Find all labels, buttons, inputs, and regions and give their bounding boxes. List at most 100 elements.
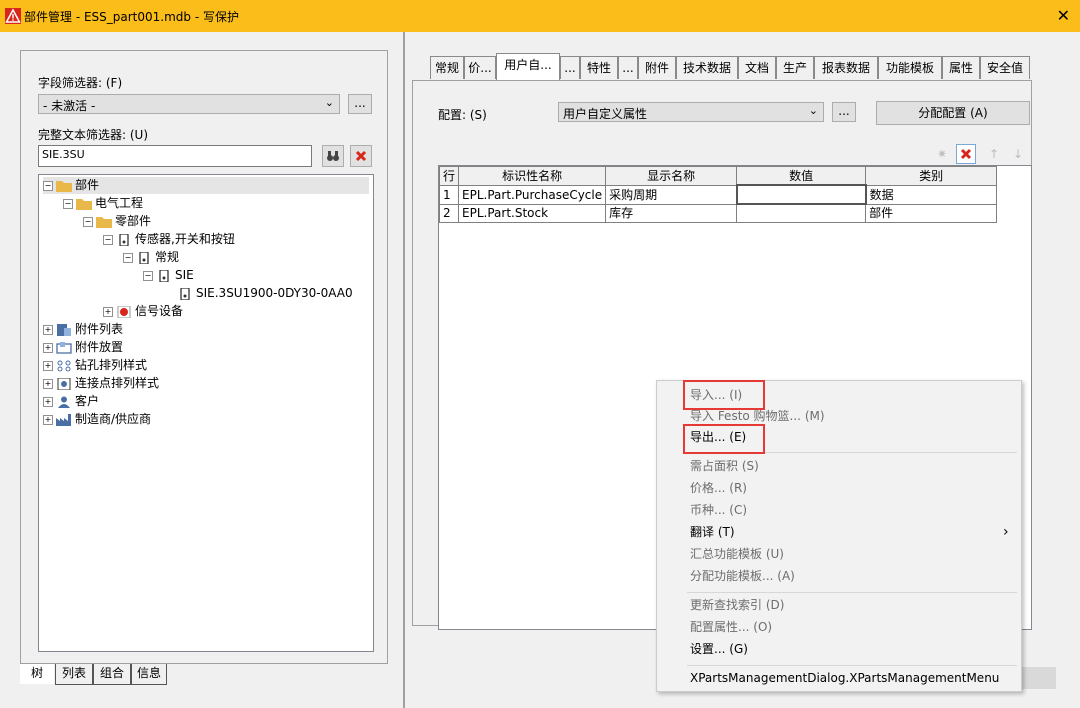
collapse-icon[interactable]: − — [43, 180, 53, 191]
expand-icon[interactable]: + — [103, 306, 113, 317]
column-header[interactable]: 行 — [438, 166, 460, 186]
window-title: 部件管理 - ESS_part001.mdb - 写保护 — [24, 10, 239, 24]
tree-node-parts[interactable]: − 部件 — [43, 177, 369, 194]
tree-node-manufacturer[interactable]: + 制造商/供应商 — [43, 411, 151, 428]
close-icon[interactable]: ✕ — [1057, 6, 1070, 25]
tree-node-electrical[interactable]: − 电气工程 — [63, 195, 143, 212]
switch-icon — [159, 269, 169, 282]
tab-user-defined[interactable]: 用户自... — [496, 53, 560, 80]
tab-function-templates[interactable]: 功能模板 — [878, 56, 942, 79]
tab-info[interactable]: 信息 — [131, 664, 167, 685]
clear-filter-button[interactable] — [350, 145, 372, 167]
grid-cell[interactable]: 部件 — [865, 203, 998, 223]
tree-node-accessory-list[interactable]: + 附件列表 — [43, 321, 123, 338]
expand-icon[interactable]: + — [43, 360, 53, 371]
column-header[interactable]: 标识性名称 — [458, 166, 607, 186]
expand-icon[interactable]: + — [43, 414, 53, 425]
tab-price[interactable]: 价... — [464, 56, 496, 79]
tree-node-drill-pattern[interactable]: + 钻孔排列样式 — [43, 357, 147, 374]
tab-list[interactable]: 列表 — [55, 664, 93, 685]
menu-item-space-requirement[interactable]: 需占面积 (S) — [690, 456, 759, 476]
config-combo[interactable]: 用户自定义属性 ⌄ — [558, 102, 824, 122]
accessory-list-icon — [57, 323, 71, 336]
tree-node-sensors[interactable]: − 传感器,开关和按钮 — [103, 231, 235, 248]
tree-node-connection-pattern[interactable]: + 连接点排列样式 — [43, 375, 159, 392]
accessory-placement-icon — [56, 341, 72, 354]
menu-item-dialog-menu[interactable]: XPartsManagementDialog.XPartsManagementM… — [690, 668, 999, 688]
config-value: 用户自定义属性 — [563, 107, 648, 121]
tree-node-general[interactable]: − 常规 — [123, 249, 179, 266]
collapse-icon[interactable]: − — [63, 198, 73, 209]
tree-node-sie[interactable]: − SIE — [143, 267, 194, 284]
tab-technical-data[interactable]: 技术数据 — [676, 56, 738, 79]
config-more-button[interactable]: ... — [832, 102, 856, 122]
collapse-icon[interactable]: − — [123, 252, 133, 263]
expand-icon[interactable]: + — [43, 342, 53, 353]
assign-config-button[interactable]: 分配配置 (A) — [876, 101, 1030, 125]
tab-tree[interactable]: 树 — [20, 664, 54, 684]
delete-row-button[interactable] — [956, 144, 976, 164]
table-row[interactable]: 2 EPL.Part.Stock 库存 部件 — [438, 203, 998, 223]
pane-splitter[interactable] — [403, 32, 405, 708]
chevron-down-icon: ⌄ — [808, 104, 818, 117]
tab-report-data[interactable]: 报表数据 — [814, 56, 878, 79]
tab-safety-values[interactable]: 安全值 — [980, 56, 1030, 79]
tab-properties[interactable]: 特性 — [580, 56, 618, 79]
parts-tree[interactable]: − 部件 − 电气工程 − 零部件 − 传感器,开关和按钮 − 常规 − SIE SIE.3… — [38, 174, 374, 652]
tab-group[interactable]: 组合 — [93, 664, 131, 685]
tab-general[interactable]: 常规 — [430, 56, 464, 79]
table-row[interactable]: 1 EPL.Part.PurchaseCycle 采购周期 数据 — [438, 184, 998, 205]
binoculars-button[interactable] — [322, 145, 344, 167]
binoculars-icon — [327, 151, 339, 161]
menu-item-assign-templates[interactable]: 分配功能模板... (A) — [690, 566, 795, 586]
column-header[interactable]: 显示名称 — [605, 166, 738, 186]
tab-attributes[interactable]: 属性 — [942, 56, 980, 79]
menu-item-currency[interactable]: 币种... (C) — [690, 500, 747, 520]
tree-node-accessory-placement[interactable]: + 附件放置 — [43, 339, 123, 356]
tab-production[interactable]: 生产 — [776, 56, 814, 79]
tab-documents[interactable]: 文档 — [738, 56, 776, 79]
menu-item-summarize-templates[interactable]: 汇总功能模板 (U) — [690, 544, 784, 564]
fulltext-filter-input[interactable]: SIE.3SU — [38, 145, 312, 167]
field-filter-combo[interactable]: - 未激活 - ⌄ — [38, 94, 340, 114]
grid-cell[interactable] — [735, 184, 867, 205]
tab-hidden-2[interactable]: ... — [618, 56, 638, 79]
tree-node-part-sie3su[interactable]: SIE.3SU1900-0DY30-0AA0 — [177, 285, 353, 302]
expand-icon[interactable]: + — [43, 324, 53, 335]
column-header[interactable]: 数值 — [736, 166, 867, 186]
hidden-button — [1020, 667, 1056, 689]
tree-node-signal[interactable]: + 信号设备 — [103, 303, 183, 320]
grid-cell[interactable] — [736, 203, 867, 223]
menu-separator — [687, 592, 1017, 593]
menu-item-settings[interactable]: 设置... (G) — [690, 639, 748, 659]
expand-icon[interactable]: + — [43, 378, 53, 389]
folder-icon — [96, 216, 112, 228]
folder-icon — [56, 180, 72, 192]
collapse-icon[interactable]: − — [103, 234, 113, 245]
menu-separator — [687, 665, 1017, 666]
menu-item-price[interactable]: 价格... (R) — [690, 478, 747, 498]
menu-item-configure-attributes[interactable]: 配置属性... (O) — [690, 617, 772, 637]
expand-icon[interactable]: + — [43, 396, 53, 407]
grid-cell[interactable]: 采购周期 — [605, 184, 738, 205]
grid-cell[interactable]: 数据 — [865, 184, 998, 205]
signal-icon — [117, 305, 131, 318]
drill-pattern-icon — [57, 360, 71, 371]
column-header[interactable]: 类别 — [865, 166, 998, 186]
menu-item-translate[interactable]: 翻译 (T) — [690, 522, 735, 542]
grid-cell[interactable]: EPL.Part.Stock — [458, 203, 607, 223]
tab-accessories[interactable]: 附件 — [638, 56, 676, 79]
tab-hidden-1[interactable]: ... — [560, 56, 580, 79]
move-up-icon[interactable]: ↑ — [984, 144, 1004, 164]
tree-node-customer[interactable]: + 客户 — [43, 393, 99, 410]
collapse-icon[interactable]: − — [143, 270, 153, 281]
grid-cell[interactable]: 库存 — [605, 203, 738, 223]
move-down-icon[interactable]: ↓ — [1008, 144, 1028, 164]
tree-node-components[interactable]: − 零部件 — [83, 213, 151, 230]
new-row-icon[interactable]: ✷ — [932, 144, 952, 164]
chevron-down-icon: ⌄ — [324, 96, 334, 109]
menu-item-update-index[interactable]: 更新查找索引 (D) — [690, 595, 784, 615]
collapse-icon[interactable]: − — [83, 216, 93, 227]
grid-cell[interactable]: EPL.Part.PurchaseCycle — [458, 184, 607, 205]
field-filter-more-button[interactable]: ... — [348, 94, 372, 114]
